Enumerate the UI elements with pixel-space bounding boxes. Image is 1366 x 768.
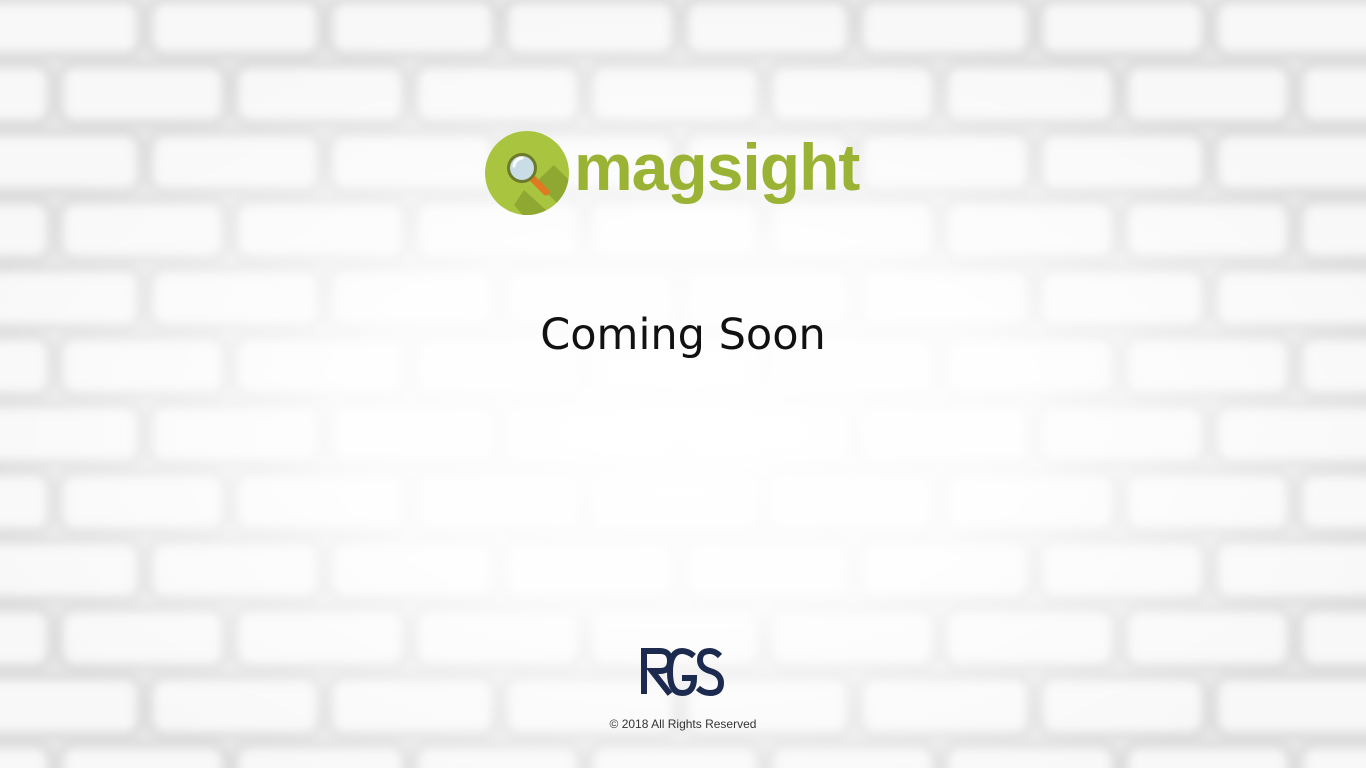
brand-name: magsight	[574, 130, 860, 204]
coming-soon-heading: Coming Soon	[540, 310, 826, 360]
rgs-logo	[640, 646, 726, 698]
copyright-text: © 2018 All Rights Reserved	[609, 717, 757, 731]
brand-logo: magsight	[484, 128, 884, 218]
magnifier-icon	[485, 131, 569, 215]
